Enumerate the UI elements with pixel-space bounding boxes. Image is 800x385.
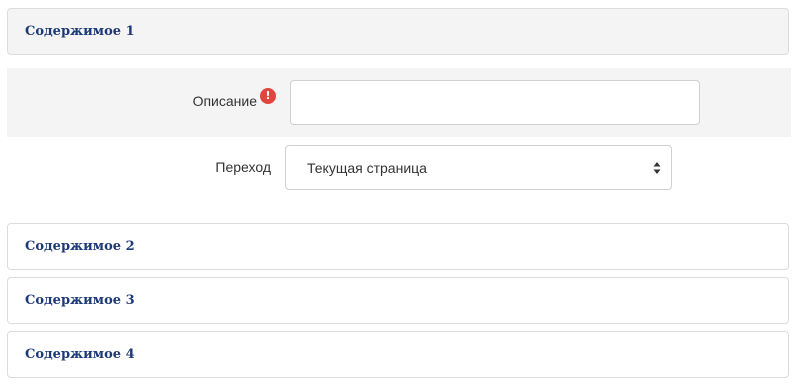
section-header-4[interactable]: Содержимое 4 [7,331,789,378]
sort-arrows-icon [653,162,661,174]
section-header-1[interactable]: Содержимое 1 [7,8,789,55]
navigation-select[interactable]: Текущая страница [285,145,672,190]
description-label: Описание [192,93,257,109]
section-header-2[interactable]: Содержимое 2 [7,223,789,270]
section-title-2: Содержимое 2 [25,239,135,254]
section-title-4: Содержимое 4 [25,347,135,362]
navigation-label: Переход [215,159,271,175]
required-icon: ! [260,88,276,104]
section-title-1: Содержимое 1 [25,24,135,39]
section-title-3: Содержимое 3 [25,293,135,308]
navigation-select-value: Текущая страница [307,159,427,176]
section-header-3[interactable]: Содержимое 3 [7,277,789,324]
description-input[interactable] [290,80,700,125]
